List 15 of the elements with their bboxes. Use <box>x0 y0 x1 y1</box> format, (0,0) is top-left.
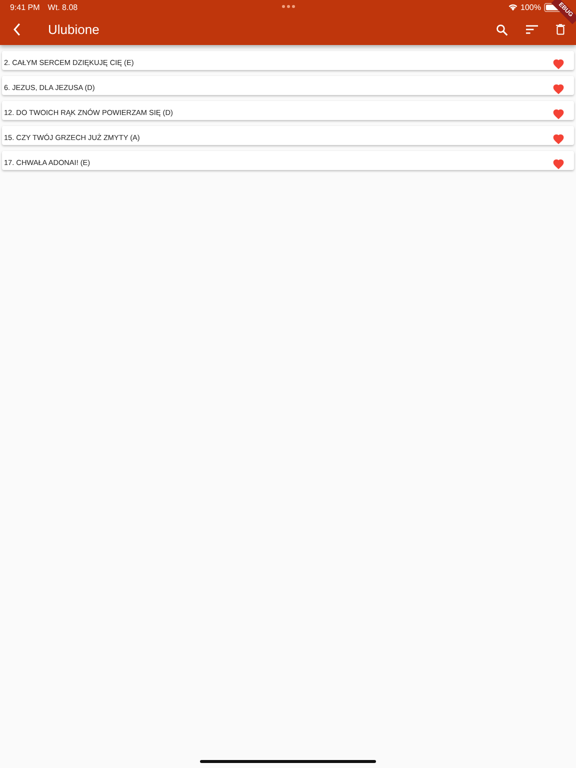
status-date: Wt. 8.08 <box>48 2 78 12</box>
battery-percent: 100% <box>520 2 541 12</box>
sort-icon <box>526 25 538 34</box>
heart-icon[interactable] <box>553 59 564 69</box>
heart-icon[interactable] <box>553 134 564 144</box>
heart-icon[interactable] <box>553 84 564 94</box>
multitask-dots-icon <box>282 5 295 8</box>
trash-icon <box>556 24 565 35</box>
heart-icon[interactable] <box>553 159 564 169</box>
status-time: 9:41 PM <box>10 2 40 12</box>
heart-icon[interactable] <box>553 109 564 119</box>
page-title: Ulubione <box>48 22 100 37</box>
back-icon <box>13 23 21 36</box>
wifi-icon <box>508 3 518 11</box>
search-icon <box>496 24 508 36</box>
